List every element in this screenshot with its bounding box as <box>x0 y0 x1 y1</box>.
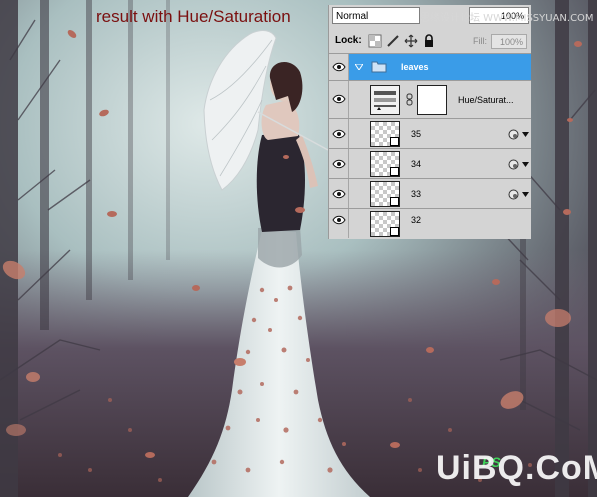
layer-row-34[interactable]: 34 <box>329 148 531 178</box>
lace-panel <box>258 226 302 268</box>
layer-row-35[interactable]: 35 <box>329 118 531 148</box>
lock-transparency-icon[interactable] <box>368 34 382 48</box>
folder-icon <box>371 61 387 73</box>
smart-object-icon <box>390 167 399 176</box>
black-corset <box>256 132 305 232</box>
visibility-toggle[interactable] <box>329 209 349 238</box>
layer-style-icon[interactable] <box>508 189 519 200</box>
eye-icon <box>332 94 346 104</box>
smart-object-icon <box>390 137 399 146</box>
blend-mode-select[interactable]: Normal <box>332 7 420 24</box>
layer-name: 32 <box>411 215 422 225</box>
layer-name: 35 <box>411 129 422 139</box>
eye-icon <box>332 189 346 199</box>
layer-row-group[interactable]: leaves <box>329 53 531 80</box>
disclosure-triangle-icon[interactable] <box>355 64 363 70</box>
hue-saturation-icon <box>374 91 396 110</box>
visibility-toggle[interactable] <box>329 179 349 208</box>
layer-row-adjustment[interactable]: Hue/Saturat... <box>329 80 531 118</box>
eye-icon <box>332 129 346 139</box>
layer-name: Hue/Saturat... <box>458 95 514 105</box>
chain-link-icon[interactable] <box>406 93 413 106</box>
layer-style-icon[interactable] <box>508 159 519 170</box>
layer-thumbnail <box>370 181 400 207</box>
eye-icon <box>332 62 346 72</box>
smart-object-icon <box>390 197 399 206</box>
caption: result with Hue/Saturation <box>96 7 291 26</box>
lock-paint-icon[interactable] <box>386 34 400 48</box>
layer-thumbnail <box>370 121 400 147</box>
lock-row: Lock: Fill: 100% <box>329 31 531 53</box>
lock-all-icon[interactable] <box>422 34 436 48</box>
layer-name: leaves <box>401 62 429 72</box>
lock-move-icon[interactable] <box>404 34 418 48</box>
layer-name: 33 <box>411 189 422 199</box>
visibility-toggle[interactable] <box>329 81 349 118</box>
layer-row-32[interactable]: 32 <box>329 208 531 238</box>
layer-row-33[interactable]: 33 <box>329 178 531 208</box>
expand-arrow-icon[interactable] <box>522 162 529 167</box>
fill-input[interactable]: 100% <box>491 34 527 49</box>
layer-thumbnail <box>370 211 400 237</box>
smart-object-icon <box>390 227 399 236</box>
fill-label: Fill: <box>473 36 487 46</box>
layers-panel: Normal 100% Lock: Fill: 100% leaves Hue/… <box>328 5 531 239</box>
layer-thumbnail <box>370 151 400 177</box>
eye-icon <box>332 215 346 225</box>
adjustment-thumbnail <box>370 85 400 115</box>
layer-style-icon[interactable] <box>508 129 519 140</box>
visibility-toggle[interactable] <box>329 149 349 178</box>
visibility-toggle[interactable] <box>329 119 349 148</box>
visibility-toggle[interactable] <box>329 54 349 80</box>
lock-label: Lock: <box>335 35 362 46</box>
expand-arrow-icon[interactable] <box>522 132 529 137</box>
watermark-top: 思缘设计论坛 WWW.MISSYUAN.COM <box>420 13 594 24</box>
layer-name: 34 <box>411 159 422 169</box>
watermark-bottom: UiBQ.CoM <box>436 449 597 487</box>
expand-arrow-icon[interactable] <box>522 192 529 197</box>
eye-icon <box>332 159 346 169</box>
layer-mask-thumbnail[interactable] <box>417 85 447 115</box>
